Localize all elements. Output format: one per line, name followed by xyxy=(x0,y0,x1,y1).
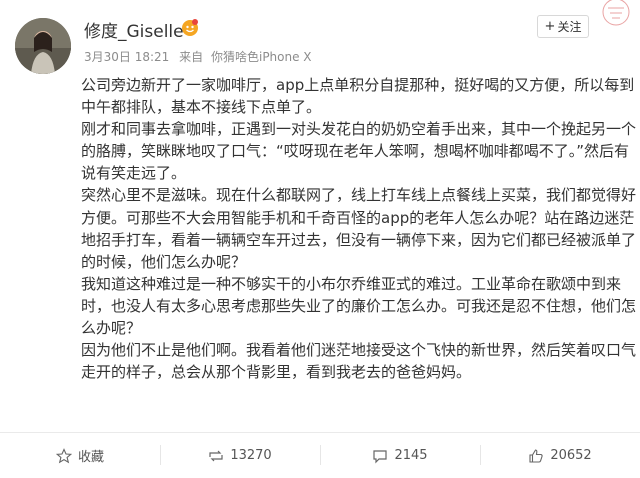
comment-button[interactable]: 2145 xyxy=(320,433,480,478)
repost-button[interactable]: 13270 xyxy=(160,433,320,478)
post-meta: 3月30日 18:21 来自 你猜啥色iPhone X xyxy=(84,48,312,65)
avatar[interactable] xyxy=(15,18,71,74)
avatar-photo-icon xyxy=(15,18,71,74)
favorite-label: 收藏 xyxy=(77,450,104,465)
source-prefix: 来自 xyxy=(179,50,204,64)
comment-count: 2145 xyxy=(394,448,428,463)
source-device[interactable]: 你猜啥色iPhone X xyxy=(211,50,312,64)
verified-user-badge-icon xyxy=(182,19,198,36)
plus-icon: + xyxy=(544,19,556,34)
post-action-bar: 收藏 13270 2145 20652 xyxy=(0,432,640,478)
post-header: 修度_Giselle 3月30日 18:21 来自 你猜啥色iPhone X +… xyxy=(0,0,640,74)
username[interactable]: 修度_Giselle xyxy=(84,17,184,42)
thumbs-up-icon xyxy=(529,448,543,463)
repost-count: 13270 xyxy=(230,448,272,463)
follow-button[interactable]: + 关注 xyxy=(537,15,589,38)
watermark-stamp-icon xyxy=(602,0,630,26)
favorite-button[interactable]: 收藏 xyxy=(0,433,160,478)
post-content: 公司旁边新开了一家咖啡厅，app上点单积分自提那种，挺好喝的又方便，所以每到中午… xyxy=(81,74,640,383)
post-paragraph: 公司旁边新开了一家咖啡厅，app上点单积分自提那种，挺好喝的又方便，所以每到中午… xyxy=(81,76,635,117)
post-paragraph: 我知道这种难过是一种不够实干的小布尔乔维亚式的难过。工业革命在歌颂中到来时，也没… xyxy=(81,274,637,338)
post-paragraph: 突然心里不是滋味。现在什么都联网了，线上打车线上点餐线上买菜，我们都觉得好方便。… xyxy=(81,186,637,271)
like-button[interactable]: 20652 xyxy=(480,433,640,478)
repost-icon xyxy=(209,450,223,461)
comment-icon xyxy=(373,449,388,463)
star-icon xyxy=(55,447,72,463)
like-count: 20652 xyxy=(550,448,592,463)
follow-label: 关注 xyxy=(557,20,582,34)
post-time[interactable]: 3月30日 18:21 xyxy=(84,50,169,64)
post-paragraph: 刚才和同事去拿咖啡，正遇到一对头发花白的奶奶空着手出来，其中一个挽起另一个的胳膊… xyxy=(81,120,637,183)
post-paragraph: 因为他们不止是他们啊。我看着他们迷茫地接受这个飞快的新世界，然后笑着叹口气走开的… xyxy=(81,341,637,382)
